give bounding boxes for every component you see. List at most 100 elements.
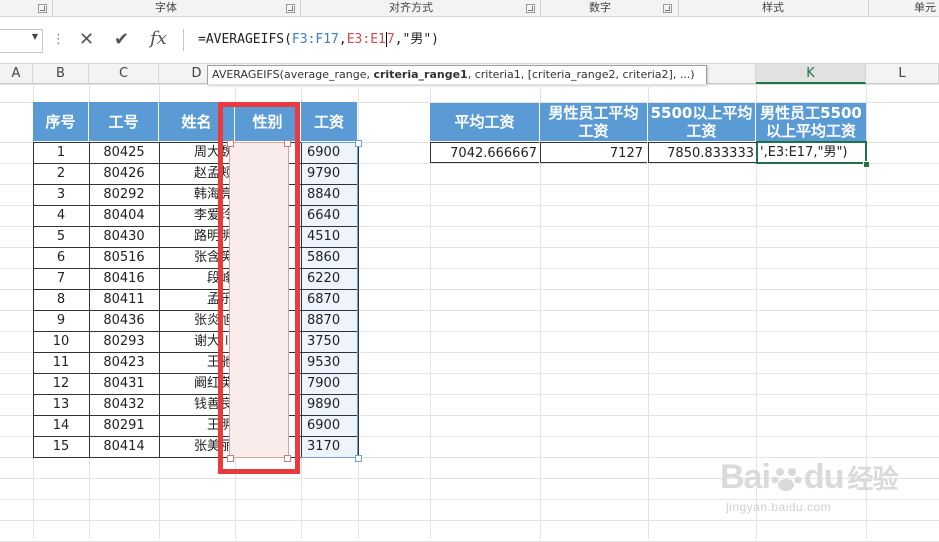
cell-seq[interactable]: 8 <box>33 289 89 310</box>
cell-seq[interactable]: 2 <box>33 163 89 184</box>
dialog-launcher-icon[interactable] <box>38 4 47 13</box>
cell-id[interactable]: 80416 <box>89 268 159 289</box>
cell-seq[interactable]: 6 <box>33 247 89 268</box>
gender-column-red-box <box>218 102 300 474</box>
summary-value-male-avg[interactable]: 7127 <box>540 142 647 163</box>
number-launcher-icon[interactable] <box>663 4 672 13</box>
table-col-border <box>159 142 160 457</box>
summary-h4-line1: 男性员工5500 <box>760 104 862 122</box>
cell-id[interactable]: 80291 <box>89 415 159 436</box>
cell-id[interactable]: 80426 <box>89 163 159 184</box>
cell-id[interactable]: 80404 <box>89 205 159 226</box>
ribbon-group-font: 字体 <box>155 1 177 14</box>
cell-seq[interactable]: 11 <box>33 352 89 373</box>
column-header-l[interactable]: L <box>866 64 939 84</box>
table-col-border <box>358 142 359 457</box>
tooltip-function: AVERAGEIFS(average_range, <box>212 68 374 81</box>
formula-comma: , <box>338 32 347 47</box>
summary-h4-line2: 以上平均工资 <box>765 122 856 140</box>
tooltip-rest-args: , criteria1, [criteria_range2, criteria2… <box>467 68 695 81</box>
column-header-b[interactable]: B <box>33 64 89 84</box>
summary-header-male-avg: 男性员工平均 工资 <box>540 103 647 141</box>
active-cell-k3[interactable]: ',E3:E17,"男") <box>756 141 867 164</box>
column-header-a[interactable]: A <box>0 64 33 84</box>
cell-id[interactable]: 80411 <box>89 289 159 310</box>
cell-seq[interactable]: 13 <box>33 394 89 415</box>
formula-suffix: ,"男") <box>394 32 439 47</box>
cell-id[interactable]: 80292 <box>89 184 159 205</box>
cell-seq[interactable]: 4 <box>33 205 89 226</box>
grid-row-line <box>0 84 939 85</box>
summary-value-5500-avg[interactable]: 7850.833333 <box>648 142 756 163</box>
table-col-border <box>89 142 90 457</box>
range-handle-tl[interactable] <box>227 140 234 147</box>
cell-seq[interactable]: 5 <box>33 226 89 247</box>
cell-id[interactable]: 80431 <box>89 373 159 394</box>
summary-h3-line1: 5500以上平均 <box>650 104 753 122</box>
cell-seq[interactable]: 1 <box>33 142 89 163</box>
more-icon[interactable]: ⋮ <box>52 29 65 51</box>
cancel-icon[interactable]: ✕ <box>79 29 94 51</box>
header-id: 工号 <box>89 102 158 141</box>
watermark-bai: Bai <box>720 458 771 496</box>
cell-seq[interactable]: 15 <box>33 436 89 457</box>
summary-h2-line2: 工资 <box>578 122 609 140</box>
chevron-down-icon[interactable]: ▼ <box>32 32 38 41</box>
cell-id[interactable]: 80293 <box>89 331 159 352</box>
ribbon-group-labels: 字体 对齐方式 数字 样式 单元 <box>0 0 939 17</box>
formula-range2: E3:E1 <box>346 32 386 47</box>
cell-id[interactable]: 80425 <box>89 142 159 163</box>
watermark-brand: Bai du 经验 <box>720 458 898 497</box>
formula-bar: ▼ ⋮ ✕ ✔ fx =AVERAGEIFS(F3:F17,E3:E17,"男"… <box>0 17 939 64</box>
cell-id[interactable]: 80414 <box>89 436 159 457</box>
column-header-k[interactable]: K <box>756 64 866 84</box>
salary-handle-br[interactable] <box>355 455 362 462</box>
watermark-cn: 经验 <box>847 464 898 494</box>
formula-input[interactable]: =AVERAGEIFS(F3:F17,E3:E17,"男") <box>183 29 939 51</box>
cell-seq[interactable]: 7 <box>33 268 89 289</box>
name-box[interactable]: ▼ <box>0 29 43 53</box>
summary-h1-label: 平均工资 <box>454 113 515 131</box>
column-header-c[interactable]: C <box>89 64 159 84</box>
enter-icon[interactable]: ✔ <box>114 29 129 51</box>
cell-id[interactable]: 80430 <box>89 226 159 247</box>
summary-value-avg[interactable]: 7042.666667 <box>430 142 539 163</box>
cell-seq[interactable]: 14 <box>33 415 89 436</box>
formula-range1: F3:F17 <box>291 32 339 47</box>
insert-function-icon[interactable]: fx <box>150 28 167 50</box>
fill-handle[interactable] <box>863 161 870 168</box>
header-salary: 工资 <box>301 102 357 141</box>
font-launcher-icon[interactable] <box>286 4 295 13</box>
cell-id[interactable]: 80432 <box>89 394 159 415</box>
watermark-url: jingyan.baidu.com <box>726 500 832 514</box>
formula-prefix: =AVERAGEIFS( <box>198 32 292 47</box>
watermark-du: du <box>803 458 845 496</box>
header-seq: 序号 <box>33 102 88 141</box>
function-tooltip: AVERAGEIFS(average_range, criteria_range… <box>207 65 707 85</box>
ribbon-left-gap <box>0 0 40 17</box>
cell-id[interactable]: 80516 <box>89 247 159 268</box>
summary-h3-line2: 工资 <box>686 122 717 140</box>
cell-id[interactable]: 80436 <box>89 310 159 331</box>
cell-seq[interactable]: 12 <box>33 373 89 394</box>
salary-range-selection <box>301 142 358 458</box>
summary-header-avg: 平均工资 <box>430 103 539 141</box>
tooltip-active-arg[interactable]: criteria_range1 <box>373 68 467 81</box>
ribbon-group-alignment: 对齐方式 <box>389 1 433 14</box>
cell-seq[interactable]: 10 <box>33 331 89 352</box>
cell-seq[interactable]: 3 <box>33 184 89 205</box>
ribbon-group-styles: 样式 <box>762 1 784 14</box>
table-col-border <box>33 142 34 457</box>
cell-seq[interactable]: 9 <box>33 310 89 331</box>
alignment-launcher-icon[interactable] <box>526 4 535 13</box>
summary-header-male-5500-avg: 男性员工5500 以上平均工资 <box>756 103 866 141</box>
ribbon-group-cells: 单元 <box>914 1 936 14</box>
ribbon-group-number: 数字 <box>589 1 611 14</box>
range-handle-bl[interactable] <box>227 455 234 462</box>
range-handle-tr[interactable] <box>284 140 291 147</box>
range-handle-br[interactable] <box>284 455 291 462</box>
paw-icon <box>770 464 804 494</box>
cell-id[interactable]: 80423 <box>89 352 159 373</box>
baidu-watermark: Bai du 经验 jingyan.baidu.com <box>718 458 928 528</box>
salary-handle-tr[interactable] <box>355 140 362 147</box>
